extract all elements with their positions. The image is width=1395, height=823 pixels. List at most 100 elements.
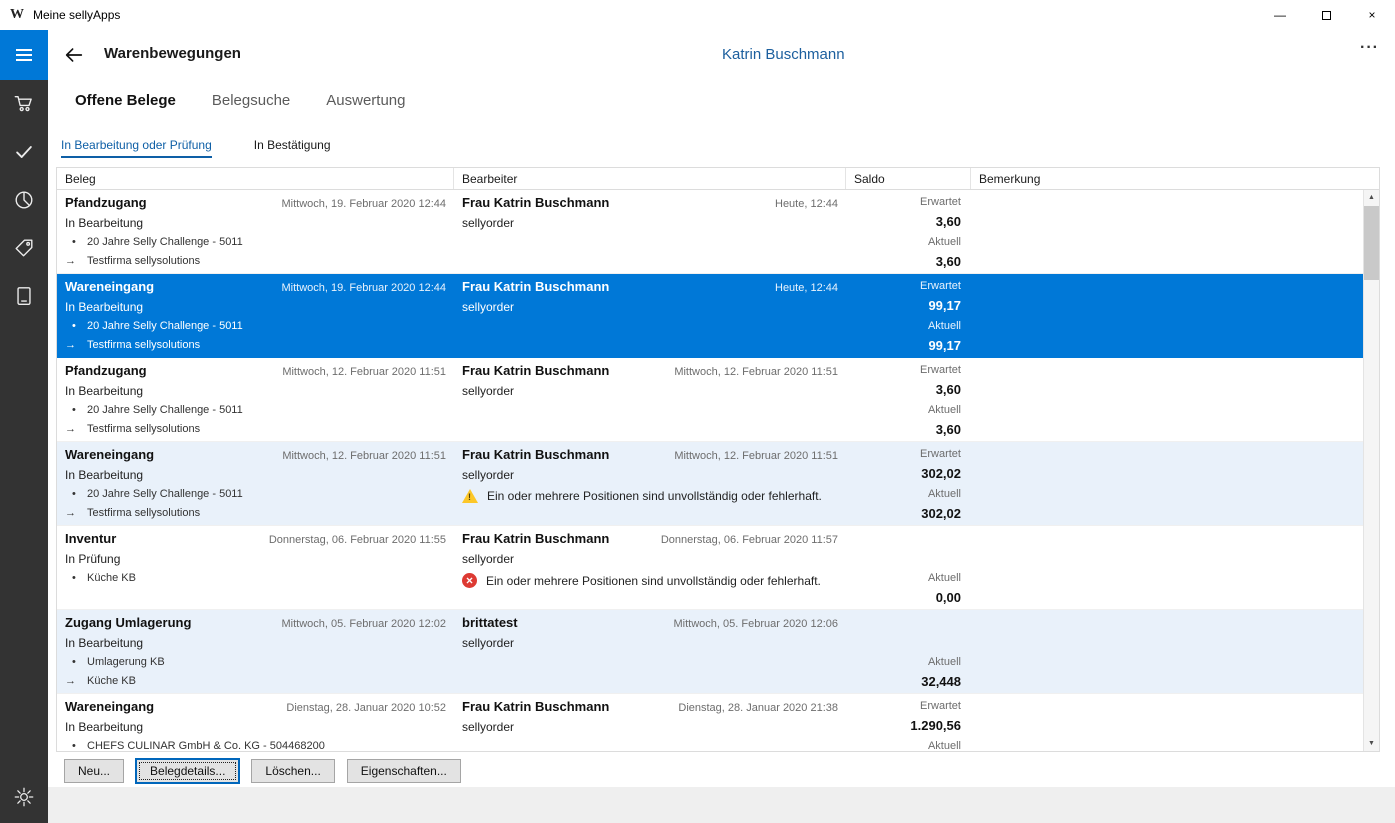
- column-header-beleg[interactable]: Beleg: [57, 168, 454, 189]
- saldo-actual-label: Aktuell: [928, 404, 961, 416]
- saldo-cell: Erwartet 3,60 Aktuell 3,60: [846, 358, 971, 441]
- tag-icon: [13, 237, 35, 259]
- document-target-line: → Testfirma sellysolutions: [65, 255, 200, 267]
- beleg-cell: Pfandzugang Mittwoch, 19. Februar 2020 1…: [57, 190, 454, 273]
- tab-belegsuche[interactable]: Belegsuche: [212, 92, 290, 109]
- pivot-in-bearbeitung-oder-pruefung[interactable]: In Bearbeitung oder Prüfung: [61, 138, 212, 158]
- scroll-down-icon: ▼: [1368, 740, 1375, 747]
- saldo-expected-value: 1.290,56: [910, 718, 961, 733]
- saldo-expected-value: 3,60: [936, 214, 961, 229]
- document-date: Mittwoch, 19. Februar 2020 12:44: [282, 282, 446, 294]
- table-row[interactable]: Pfandzugang Mittwoch, 12. Februar 2020 1…: [57, 358, 1363, 442]
- editor-date: Mittwoch, 12. Februar 2020 11:51: [674, 366, 838, 378]
- table-row[interactable]: Pfandzugang Mittwoch, 19. Februar 2020 1…: [57, 190, 1363, 274]
- sidebar-item-shop[interactable]: [0, 80, 48, 128]
- action-bar: Neu... Belegdetails... Löschen... Eigens…: [64, 759, 461, 783]
- document-type: Inventur: [65, 531, 116, 546]
- editor-app: sellyorder: [462, 636, 514, 650]
- saldo-cell: Erwartet 302,02 Aktuell 302,02: [846, 442, 971, 525]
- document-type: Pfandzugang: [65, 363, 147, 378]
- column-header-bearbeiter[interactable]: Bearbeiter: [454, 168, 846, 189]
- document-source-line: • 20 Jahre Selly Challenge - 5011: [65, 320, 243, 332]
- bullet-icon: •: [65, 236, 87, 248]
- target-text: Testfirma sellysolutions: [87, 423, 200, 435]
- scroll-down-button[interactable]: ▼: [1364, 736, 1379, 751]
- arrow-right-icon: →: [65, 339, 87, 351]
- sidebar-item-tasks[interactable]: [0, 128, 48, 176]
- saldo-actual-value: 99,17: [928, 338, 961, 353]
- document-date: Mittwoch, 12. Februar 2020 11:51: [282, 450, 446, 462]
- titlebar: W Meine sellyApps — ×: [0, 0, 1395, 30]
- bearbeiter-cell: Frau Katrin Buschmann Heute, 12:44 selly…: [454, 190, 846, 273]
- editor-name: Frau Katrin Buschmann: [462, 279, 609, 294]
- properties-button[interactable]: Eigenschaften...: [347, 759, 461, 783]
- pivot-bar: In Bearbeitung oder Prüfung In Bestätigu…: [61, 138, 331, 158]
- scroll-up-button[interactable]: ▲: [1364, 190, 1379, 205]
- table-row[interactable]: Inventur Donnerstag, 06. Februar 2020 11…: [57, 526, 1363, 610]
- saldo-expected-value: 99,17: [928, 298, 961, 313]
- saldo-actual-label: Aktuell: [928, 572, 961, 584]
- saldo-expected-value: 3,60: [936, 382, 961, 397]
- document-date: Mittwoch, 12. Februar 2020 11:51: [282, 366, 446, 378]
- saldo-cell: Aktuell 32,448: [846, 610, 971, 693]
- bearbeiter-cell: Frau Katrin Buschmann Dienstag, 28. Janu…: [454, 694, 846, 751]
- sidebar-item-journal[interactable]: [0, 272, 48, 320]
- window-controls: — ×: [1257, 0, 1395, 30]
- saldo-actual-label: Aktuell: [928, 656, 961, 668]
- document-status: In Bearbeitung: [65, 636, 143, 650]
- tab-bar: Offene Belege Belegsuche Auswertung: [75, 92, 406, 109]
- document-status: In Bearbeitung: [65, 300, 143, 314]
- maximize-button[interactable]: [1303, 0, 1349, 30]
- tab-auswertung[interactable]: Auswertung: [326, 92, 405, 109]
- bemerkung-cell: [971, 694, 1363, 751]
- app-logo-icon: W: [10, 7, 24, 23]
- saldo-cell: Erwartet 99,17 Aktuell 99,17: [846, 274, 971, 357]
- close-button[interactable]: ×: [1349, 0, 1395, 30]
- source-text: CHEFS CULINAR GmbH & Co. KG - 504468200: [87, 740, 325, 751]
- pie-chart-icon: [13, 189, 35, 211]
- document-status: In Bearbeitung: [65, 384, 143, 398]
- source-text: Umlagerung KB: [87, 656, 165, 668]
- editor-date: Mittwoch, 05. Februar 2020 12:06: [674, 618, 838, 630]
- beleg-cell: Wareneingang Dienstag, 28. Januar 2020 1…: [57, 694, 454, 751]
- editor-app: sellyorder: [462, 216, 514, 230]
- saldo-actual-value: 3,60: [936, 422, 961, 437]
- bullet-icon: •: [65, 740, 87, 751]
- content-area: Warenbewegungen Katrin Buschmann ··· Off…: [48, 30, 1395, 823]
- minimize-button[interactable]: —: [1257, 0, 1303, 30]
- target-text: Küche KB: [87, 675, 136, 687]
- new-button[interactable]: Neu...: [64, 759, 124, 783]
- scrollbar-thumb[interactable]: [1364, 206, 1379, 280]
- source-text: 20 Jahre Selly Challenge - 5011: [87, 236, 243, 248]
- table-row[interactable]: Wareneingang Dienstag, 28. Januar 2020 1…: [57, 694, 1363, 751]
- table-row[interactable]: Wareneingang Mittwoch, 12. Februar 2020 …: [57, 442, 1363, 526]
- tab-offene-belege[interactable]: Offene Belege: [75, 92, 176, 109]
- column-header-saldo[interactable]: Saldo: [846, 168, 971, 189]
- saldo-cell: Erwartet 1.290,56 Aktuell: [846, 694, 971, 751]
- maximize-icon: [1322, 11, 1331, 20]
- table-row[interactable]: Wareneingang Mittwoch, 19. Februar 2020 …: [57, 274, 1363, 358]
- vertical-scrollbar[interactable]: ▲ ▼: [1363, 190, 1379, 751]
- pivot-in-bestaetigung[interactable]: In Bestätigung: [254, 138, 331, 158]
- more-button[interactable]: ···: [1360, 39, 1379, 57]
- delete-button[interactable]: Löschen...: [251, 759, 334, 783]
- settings-button[interactable]: [0, 773, 48, 821]
- sidebar-item-tags[interactable]: [0, 224, 48, 272]
- document-details-button[interactable]: Belegdetails...: [136, 759, 239, 783]
- validation-message: Ein oder mehrere Positionen sind unvolls…: [462, 573, 821, 588]
- sidebar-item-statistics[interactable]: [0, 176, 48, 224]
- saldo-actual-label: Aktuell: [928, 740, 961, 751]
- back-button[interactable]: [60, 41, 88, 69]
- source-text: 20 Jahre Selly Challenge - 5011: [87, 320, 243, 332]
- editor-date: Mittwoch, 12. Februar 2020 11:51: [674, 450, 838, 462]
- document-date: Dienstag, 28. Januar 2020 10:52: [286, 702, 446, 714]
- table-row[interactable]: Zugang Umlagerung Mittwoch, 05. Februar …: [57, 610, 1363, 694]
- editor-date: Donnerstag, 06. Februar 2020 11:57: [661, 534, 838, 546]
- saldo-expected-label: Erwartet: [920, 700, 961, 712]
- editor-app: sellyorder: [462, 468, 514, 482]
- minimize-icon: —: [1274, 8, 1286, 22]
- bearbeiter-cell: brittatest Mittwoch, 05. Februar 2020 12…: [454, 610, 846, 693]
- menu-button[interactable]: [0, 30, 48, 80]
- document-status: In Bearbeitung: [65, 216, 143, 230]
- column-header-bemerkung[interactable]: Bemerkung: [971, 168, 1379, 189]
